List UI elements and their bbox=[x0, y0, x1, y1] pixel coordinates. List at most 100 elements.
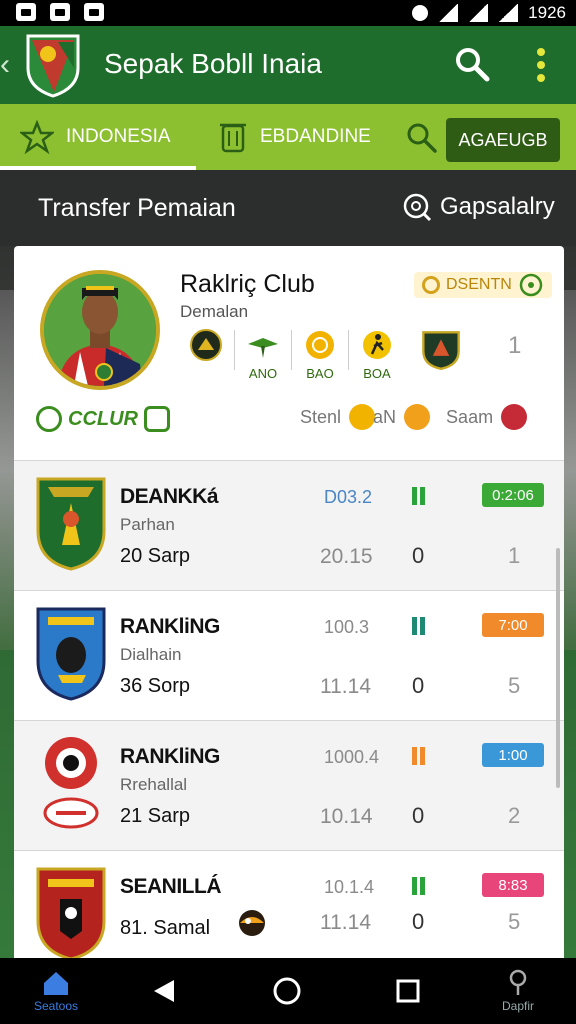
list-item[interactable]: SEANILLÁ 81. Samal 10.1.4 11.14 0 8:83 5 bbox=[14, 850, 564, 961]
crest-icon-4 bbox=[36, 867, 106, 961]
nav-home-circle[interactable] bbox=[270, 958, 304, 1024]
row-zero: 0 bbox=[412, 803, 425, 828]
crest-icon-2 bbox=[36, 607, 106, 701]
clock-icon bbox=[501, 404, 528, 430]
status-pill: DSENTN bbox=[414, 272, 552, 298]
row-score: 20.15 bbox=[320, 545, 373, 568]
row-date: 21 Sarp bbox=[120, 805, 191, 827]
row-title: SEANILLÁ bbox=[120, 875, 222, 898]
row-score: 10.14 bbox=[320, 805, 373, 828]
tab-ebdandine-label: EBDANDINE bbox=[260, 126, 371, 147]
list-item[interactable]: RANKliNG Rrehallal 21 Sarp 1000.4 10.14 … bbox=[14, 720, 564, 850]
more-options-icon[interactable] bbox=[530, 44, 552, 86]
nav-recents[interactable] bbox=[392, 958, 424, 1024]
stat-label-ano: ANO bbox=[248, 366, 278, 381]
row-badge: 0:2:06 bbox=[482, 483, 544, 507]
stat-label-boa: BOA bbox=[363, 366, 391, 381]
tab-ebdandine[interactable]: EBDANDINE bbox=[218, 104, 371, 170]
runner-icon bbox=[363, 331, 391, 359]
row-date: 81. Samal bbox=[120, 917, 211, 939]
stat-crest bbox=[413, 328, 469, 372]
star-badge-icon bbox=[349, 404, 376, 430]
row-subtitle: Dialhain bbox=[120, 645, 182, 664]
row-count: 1 bbox=[508, 543, 521, 568]
crest-icon bbox=[422, 331, 460, 371]
section-header: Transfer Pemaian Gapsalalry bbox=[0, 170, 576, 246]
row-value: 10.1.4 bbox=[324, 877, 375, 897]
section-title: Transfer Pemaian bbox=[38, 194, 236, 222]
record-icon bbox=[412, 5, 429, 21]
row-indicator bbox=[412, 487, 428, 505]
tab-search-icon[interactable] bbox=[404, 120, 438, 154]
back-chevron-icon[interactable]: ‹ bbox=[0, 48, 10, 82]
gallery-label: Gapsalalry bbox=[440, 193, 555, 220]
tab-indonesia[interactable]: INDONESIA bbox=[20, 104, 196, 170]
row-zero: 0 bbox=[412, 909, 425, 934]
club-logo bbox=[26, 34, 80, 98]
row-count: 2 bbox=[508, 803, 521, 828]
star-icon bbox=[20, 120, 54, 154]
stat-ano: ANO bbox=[235, 328, 291, 381]
nav-profile-label: Dapfir bbox=[501, 999, 534, 1013]
search-icon[interactable] bbox=[452, 44, 492, 84]
nav-profile[interactable]: Dapfir bbox=[496, 958, 540, 1024]
sun-icon bbox=[404, 404, 431, 430]
row-value: 1000.4 bbox=[324, 747, 380, 767]
app-icon bbox=[84, 3, 104, 21]
list-item[interactable]: DEANKKá Parhan 20 Sarp D03.2 20.15 0 0:2… bbox=[14, 460, 564, 590]
stat-labels: Stenl aN Saam bbox=[300, 404, 528, 430]
club-badge[interactable]: CCLUR bbox=[36, 404, 170, 434]
status-time: 1926 bbox=[528, 3, 566, 22]
mascot-icon bbox=[239, 910, 265, 936]
row-badge: 8:83 bbox=[482, 873, 544, 897]
home-icon bbox=[44, 972, 68, 995]
row-value: D03.2 bbox=[324, 487, 373, 507]
crest-icon-3 bbox=[43, 737, 99, 829]
boots-icon bbox=[190, 329, 222, 361]
signal-icon bbox=[468, 4, 489, 22]
row-badge: 7:00 bbox=[482, 613, 544, 637]
row-indicator bbox=[412, 617, 428, 635]
row-title: RANKliNG bbox=[120, 615, 220, 638]
stat-icons: ANO BAO BOA bbox=[178, 328, 469, 381]
row-indicator bbox=[412, 877, 428, 895]
league-button[interactable]: AGAEUGB bbox=[446, 118, 560, 162]
notification-icon bbox=[16, 3, 36, 21]
circle-home-icon bbox=[273, 977, 301, 1005]
nav-back[interactable] bbox=[148, 958, 180, 1024]
club-ring-icon bbox=[36, 406, 62, 432]
wifi-icon bbox=[438, 4, 459, 22]
stat-boots bbox=[178, 328, 234, 366]
gallery-search-icon bbox=[403, 193, 432, 222]
row-indicator bbox=[412, 747, 428, 765]
row-date: 36 Sorp bbox=[120, 675, 191, 697]
status-bar: 1926 bbox=[0, 0, 576, 26]
player-profile-card[interactable]: Raklriç Club Demalan DSENTN ANO BAO BOA bbox=[14, 246, 564, 460]
list-item[interactable]: RANKliNG Dialhain 36 Sorp 100.3 11.14 0 … bbox=[14, 590, 564, 720]
navigation-bar: Seatoos Dapfir bbox=[0, 958, 576, 1024]
row-value: 100.3 bbox=[324, 617, 370, 637]
player-avatar bbox=[40, 270, 160, 390]
row-count: 5 bbox=[508, 909, 521, 934]
row-count: 5 bbox=[508, 673, 521, 698]
row-title: RANKliNG bbox=[120, 745, 220, 768]
gallery-link[interactable]: Gapsalalry bbox=[402, 192, 555, 222]
tab-indonesia-label: INDONESIA bbox=[66, 126, 171, 147]
player-subtitle: Demalan bbox=[180, 302, 249, 321]
app-title: Sepak Bobll Inaia bbox=[104, 48, 322, 79]
nav-home-label: Seatoos bbox=[33, 999, 79, 1013]
scrollbar[interactable] bbox=[556, 548, 560, 788]
row-score: 11.14 bbox=[320, 911, 371, 934]
transfer-list: DEANKKá Parhan 20 Sarp D03.2 20.15 0 0:2… bbox=[14, 460, 564, 961]
club-mini-icon bbox=[144, 406, 170, 432]
square-recents-icon bbox=[396, 979, 420, 1003]
bird-icon bbox=[248, 338, 278, 358]
player-name: Raklriç Club bbox=[180, 270, 315, 298]
tab-bar: INDONESIA EBDANDINE AGAEUGB bbox=[0, 104, 576, 170]
stat-text-1: Stenl bbox=[300, 406, 342, 427]
nav-home[interactable]: Seatoos bbox=[30, 958, 82, 1024]
row-subtitle: Rrehallal bbox=[120, 775, 188, 794]
medal-icon bbox=[306, 331, 334, 359]
stat-boa: BOA bbox=[349, 328, 405, 381]
row-title: DEANKKá bbox=[120, 485, 219, 508]
